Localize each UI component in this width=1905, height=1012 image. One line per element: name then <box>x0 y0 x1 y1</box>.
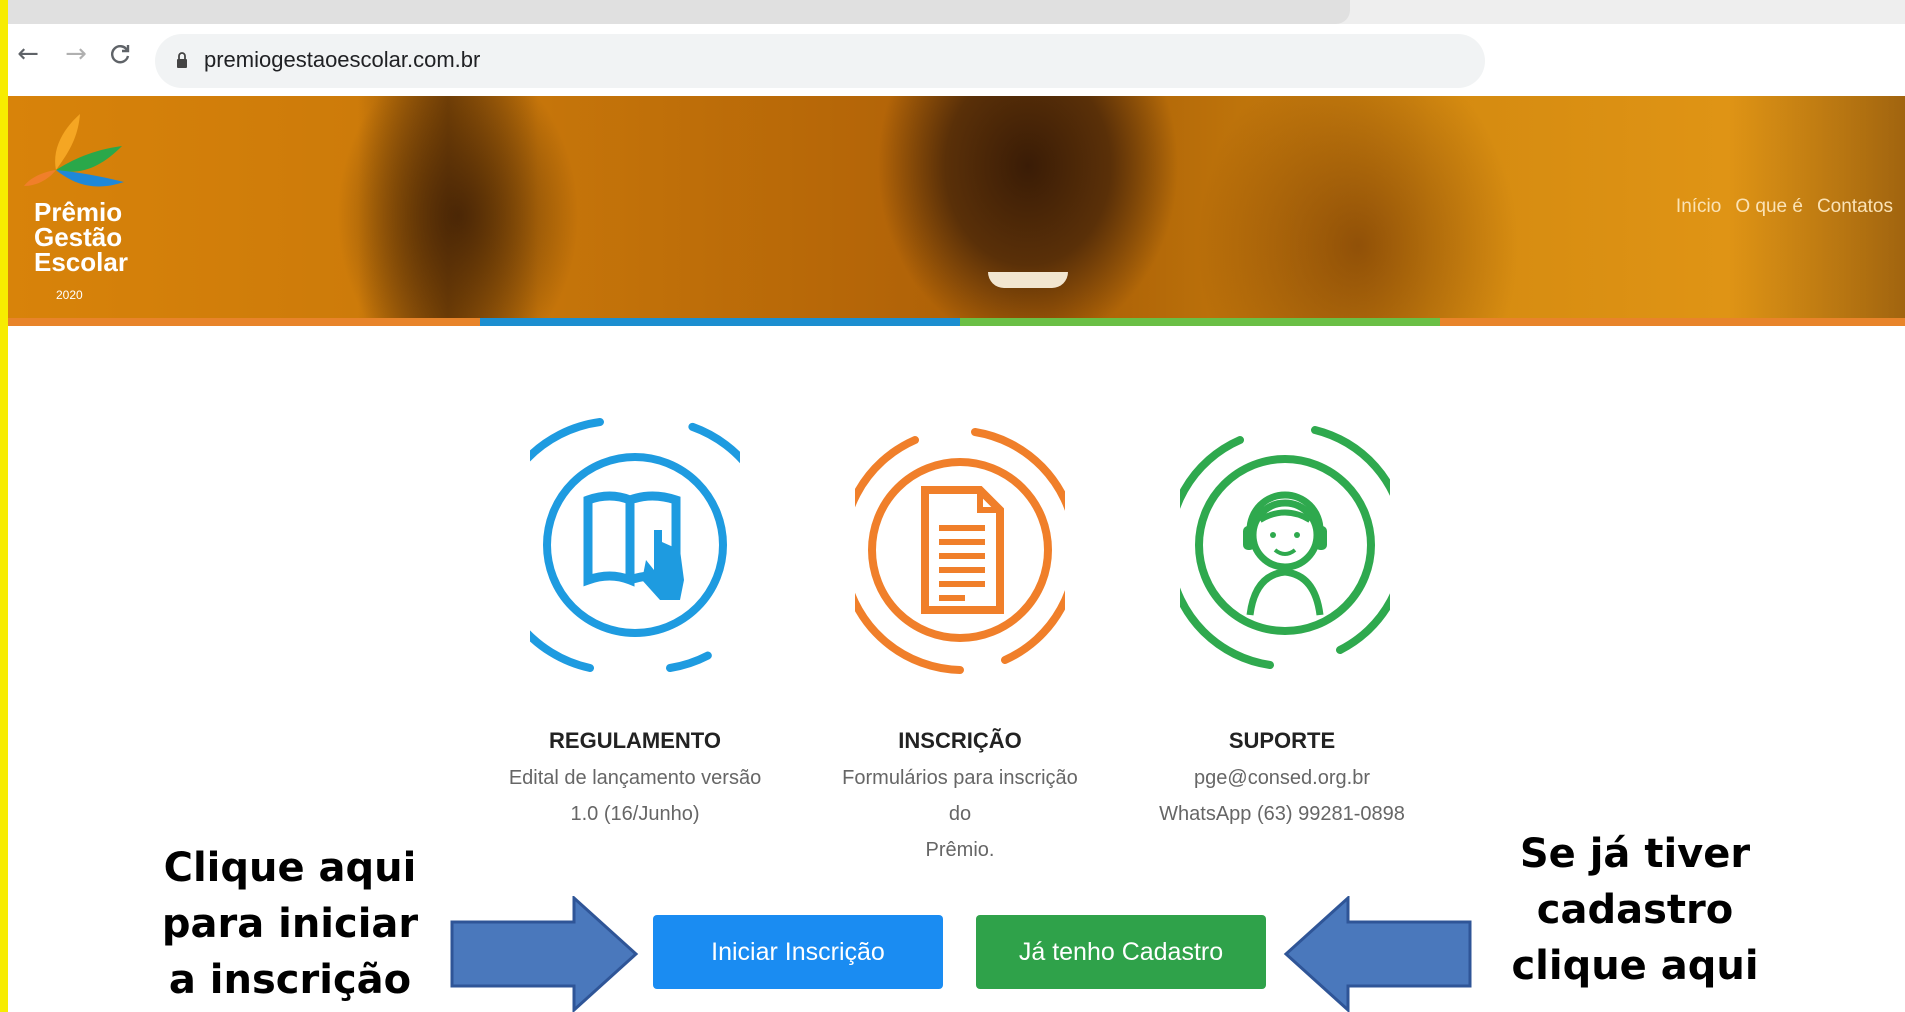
card-description: Edital de lançamento versão 1.0 (16/Junh… <box>505 760 765 832</box>
support-whatsapp[interactable]: WhatsApp (63) 99281-0898 <box>1152 796 1412 832</box>
annotation-line: Se já tiver <box>1519 831 1751 877</box>
logo-wordmark[interactable]: Prêmio Gestão Escolar <box>34 199 128 277</box>
right-arrow-icon <box>450 896 639 1012</box>
annotation-left: Clique aqui para iniciar a inscrição <box>140 840 440 1008</box>
banner-smile <box>988 272 1068 288</box>
card-regulamento[interactable]: REGULAMENTO Edital de lançamento versão … <box>505 722 765 832</box>
document-icon[interactable] <box>855 410 1065 690</box>
annotation-line: Clique aqui <box>163 845 417 891</box>
url-text[interactable]: premiogestaoescolar.com.br <box>204 47 480 73</box>
browser-tab-strip <box>0 0 1905 24</box>
lock-icon <box>177 52 187 68</box>
hero-banner <box>8 96 1905 318</box>
headset-support-icon[interactable] <box>1180 410 1390 690</box>
color-stripe-green <box>960 318 1440 326</box>
card-inscricao[interactable]: INSCRIÇÃO Formulários para inscrição do … <box>830 722 1090 868</box>
nav-link-inicio[interactable]: Início <box>1676 196 1721 218</box>
reload-icon[interactable] <box>106 40 134 68</box>
color-stripe-orange-right <box>1440 318 1905 326</box>
left-arrow-icon <box>1283 896 1472 1012</box>
yellow-edge-bar <box>0 0 8 1012</box>
annotation-line: para iniciar <box>161 901 419 947</box>
card-title: INSCRIÇÃO <box>898 728 1022 753</box>
card-desc-line: Formulários para inscrição do <box>842 767 1078 825</box>
logo-line: Escolar <box>34 247 128 277</box>
card-desc-line: Edital de lançamento versão <box>508 767 762 789</box>
card-suporte[interactable]: SUPORTE pge@consed.org.br WhatsApp (63) … <box>1152 722 1412 832</box>
start-registration-button[interactable]: Iniciar Inscrição <box>653 915 943 989</box>
nav-link-contatos[interactable]: Contatos <box>1817 196 1893 218</box>
forward-arrow-icon[interactable]: → <box>62 39 90 69</box>
card-description: pge@consed.org.br WhatsApp (63) 99281-08… <box>1152 760 1412 832</box>
support-email-link[interactable]: pge@consed.org.br <box>1152 760 1412 796</box>
banner-shade <box>358 96 538 318</box>
top-nav: Início O que é Contatos <box>1676 196 1893 218</box>
color-stripe-orange <box>8 318 480 326</box>
card-title: REGULAMENTO <box>549 728 721 753</box>
card-title: SUPORTE <box>1228 728 1336 753</box>
active-tab[interactable] <box>0 0 1350 24</box>
card-desc-line: Prêmio. <box>925 839 995 861</box>
book-hand-icon[interactable] <box>530 400 740 690</box>
card-description: Formulários para inscrição do Prêmio. <box>830 760 1090 868</box>
annotation-right: Se já tiver cadastro clique aqui <box>1480 826 1790 994</box>
logo-year: 2020 <box>56 288 83 302</box>
card-desc-line: 1.0 (16/Junho) <box>570 803 700 825</box>
annotation-line: a inscrição <box>168 957 412 1003</box>
back-arrow-icon[interactable]: ← <box>14 39 42 69</box>
already-registered-button[interactable]: Já tenho Cadastro <box>976 915 1266 989</box>
annotation-line: cadastro <box>1536 887 1734 933</box>
color-stripe-blue <box>480 318 960 326</box>
annotation-line: clique aqui <box>1511 943 1759 989</box>
nav-link-o-que-e[interactable]: O que é <box>1735 196 1803 218</box>
